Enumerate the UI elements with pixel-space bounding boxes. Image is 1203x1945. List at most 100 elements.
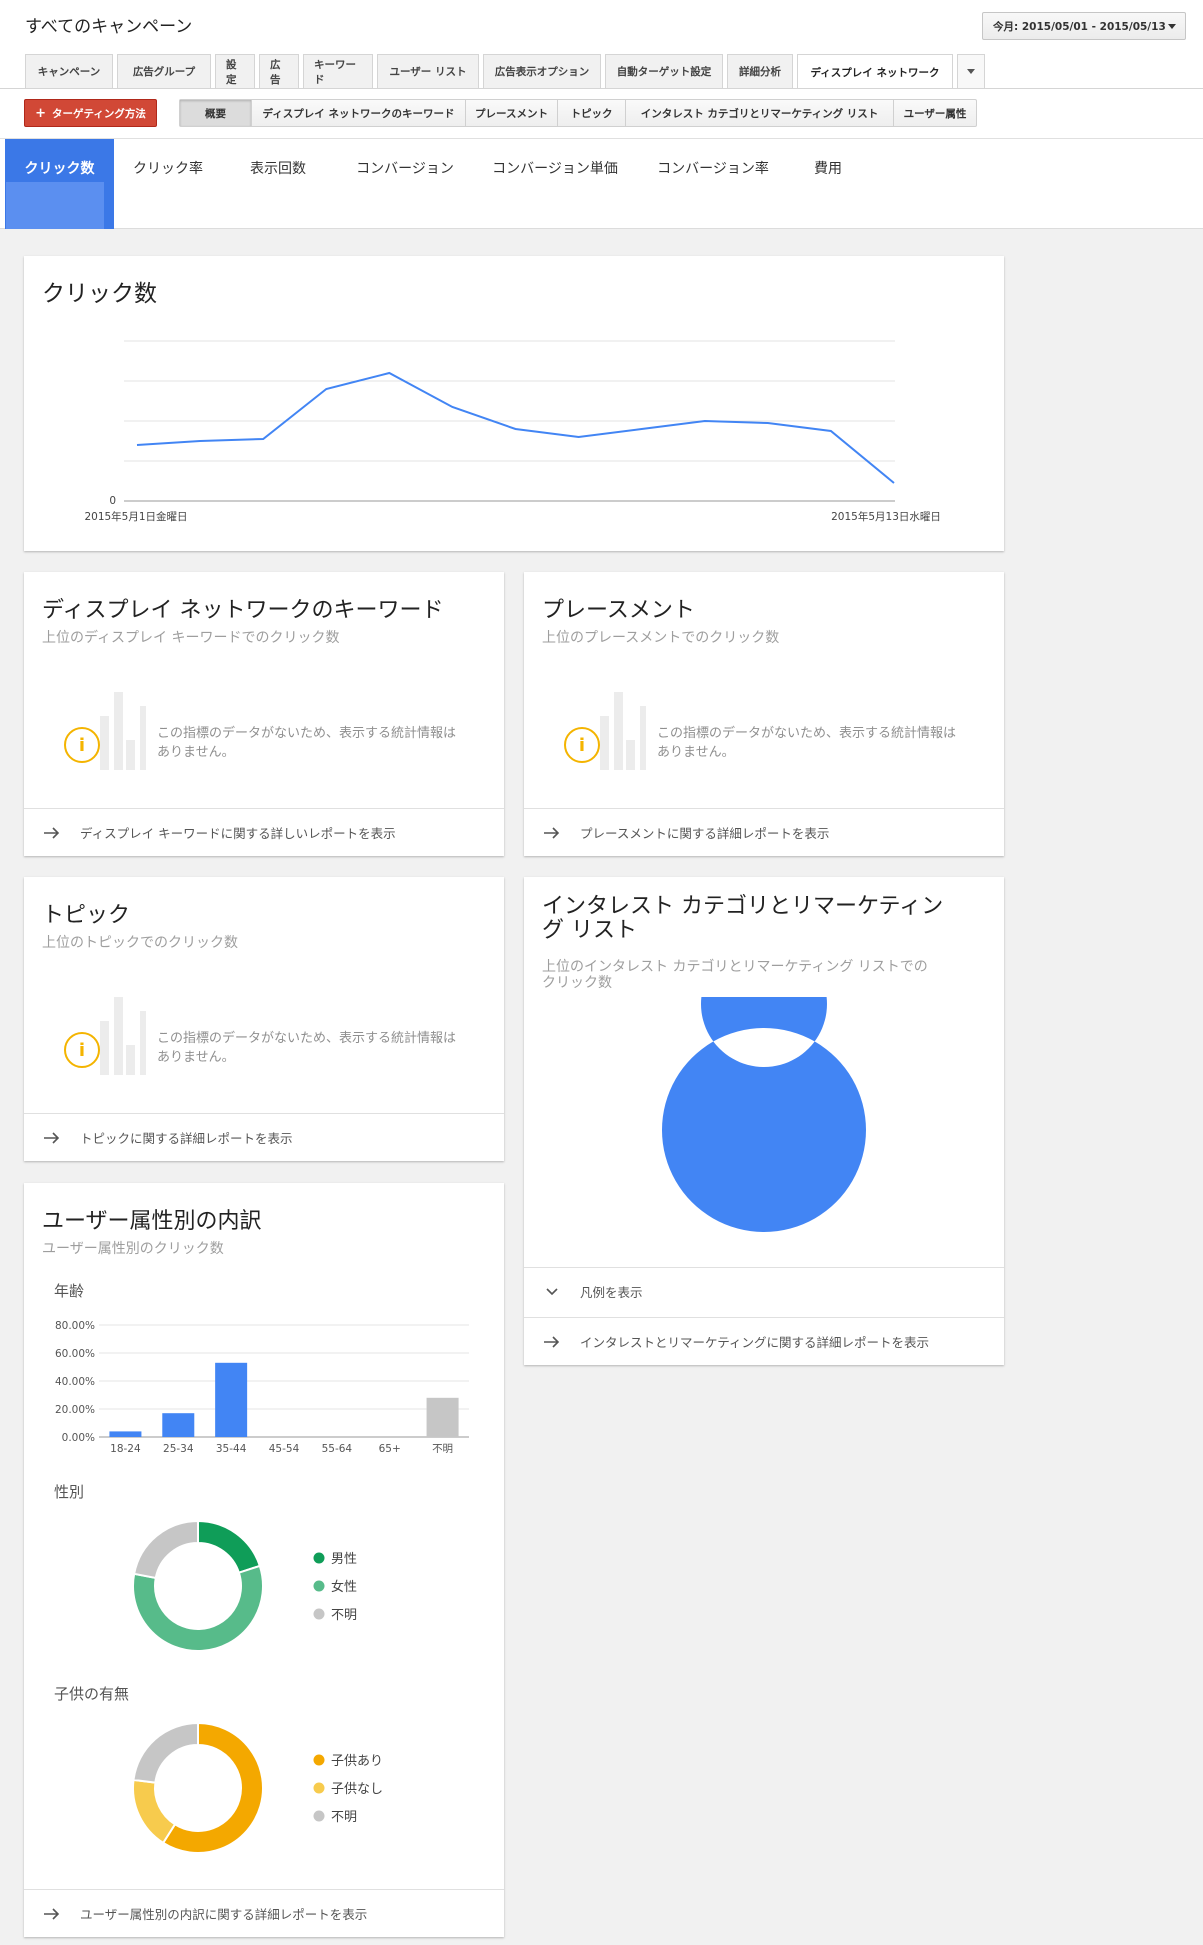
- arrow-right-icon: [44, 1131, 60, 1144]
- caret-down-icon: [1168, 24, 1176, 29]
- legend-toggle-label: 凡例を表示: [580, 1285, 643, 1300]
- targeting-button[interactable]: + ターゲティング方法: [24, 99, 157, 127]
- metric-active-highlight: [6, 182, 104, 229]
- gender-legend-dot: [313, 1608, 325, 1620]
- children-legend-label: 不明: [331, 1810, 357, 1825]
- x-axis-start-label: 2015年5月1日金曜日: [84, 510, 187, 523]
- children-donut-chart: 子供あり子供なし不明: [132, 1721, 383, 1854]
- metric-impressions[interactable]: 表示回数: [222, 139, 334, 229]
- gender-section-label: 性別: [54, 1483, 85, 1501]
- placements-card-subtitle: 上位のプレースメントでのクリック数: [542, 630, 780, 646]
- metric-cost-per-conversion[interactable]: コンバージョン単価: [476, 139, 634, 229]
- subtab-display-keywords[interactable]: ディスプレイ ネットワークのキーワード: [252, 100, 466, 126]
- age-ytick-label: 80.00%: [55, 1320, 95, 1332]
- tab-more-button[interactable]: [957, 54, 985, 88]
- children-legend-dot: [313, 1810, 325, 1822]
- info-icon: i: [64, 1032, 100, 1068]
- topics-report-link-label: トピックに関する詳細レポートを表示: [80, 1131, 293, 1146]
- topics-nodata-text: この指標のデータがないため、表示する統計情報はありません。: [157, 1031, 457, 1065]
- subtab-interests[interactable]: インタレスト カテゴリとリマーケティング リスト: [626, 100, 894, 126]
- tab-campaigns[interactable]: キャンペーン: [25, 54, 113, 88]
- plus-icon: +: [35, 105, 47, 121]
- clicks-chart-card: クリック数 0 2015年5月1日金曜日 2015年5月13日水曜日: [24, 256, 1004, 551]
- age-section-label: 年齢: [54, 1282, 85, 1300]
- clicks-line-chart: 0 2015年5月1日金曜日 2015年5月13日水曜日: [84, 340, 941, 523]
- subtab-overview[interactable]: 概要: [180, 100, 252, 126]
- placements-report-link[interactable]: プレースメントに関する詳細レポートを表示: [524, 808, 1004, 856]
- arrow-right-icon: [544, 1335, 560, 1348]
- x-axis-end-label: 2015年5月13日水曜日: [831, 510, 941, 523]
- info-icon: i: [64, 727, 100, 763]
- tab-ads[interactable]: 広告: [259, 54, 299, 88]
- children-slice-2: [132, 1721, 199, 1784]
- metric-cost[interactable]: 費用: [792, 139, 864, 229]
- metric-conversion-rate[interactable]: コンバージョン率: [634, 139, 792, 229]
- age-ytick-label: 0.00%: [62, 1432, 95, 1444]
- chevron-down-icon: [546, 1287, 558, 1295]
- interest-card-title-line2: グ リスト: [542, 918, 637, 943]
- tab-display-network[interactable]: ディスプレイ ネットワーク: [797, 54, 953, 89]
- date-range-label: 今月: 2015/05/01 - 2015/05/13: [993, 20, 1166, 33]
- subtab-demographics[interactable]: ユーザー属性: [894, 100, 976, 126]
- placements-card-title: プレースメント: [542, 598, 695, 623]
- interest-card-title-line1: インタレスト カテゴリとリマーケティン: [542, 894, 944, 919]
- clicks-series-line: [136, 371, 895, 484]
- gender-legend-dot: [313, 1552, 325, 1564]
- interest-slice-0: [662, 997, 866, 1232]
- children-legend-label: 子供あり: [331, 1754, 383, 1769]
- info-icon: i: [564, 727, 600, 763]
- interest-report-link[interactable]: インタレストとリマーケティングに関する詳細レポートを表示: [524, 1317, 1004, 1365]
- interest-card-subtitle: 上位のインタレスト カテゴリとリマーケティング リストでの クリック数: [542, 959, 928, 991]
- topics-card-subtitle: 上位のトピックでのクリック数: [42, 935, 238, 951]
- gender-slice-0: [197, 1519, 262, 1574]
- topics-card-title: トピック: [42, 903, 131, 928]
- tab-auto-targets[interactable]: 自動ターゲット設定: [605, 54, 723, 88]
- gender-donut-chart: 男性女性不明: [132, 1519, 357, 1652]
- interest-categories-card: インタレスト カテゴリとリマーケティン グ リスト 上位のインタレスト カテゴリ…: [524, 877, 1004, 1365]
- topics-card: トピック 上位のトピックでのクリック数 i この指標のデータがないため、表示する…: [24, 877, 504, 1161]
- gender-slice-2: [132, 1519, 199, 1580]
- interest-card-subtitle-line1: 上位のインタレスト カテゴリとリマーケティング リストでの: [542, 959, 928, 975]
- age-category-label: 18-24: [110, 1443, 141, 1453]
- gender-legend-dot: [313, 1580, 325, 1592]
- legend-toggle[interactable]: 凡例を表示: [524, 1267, 1004, 1315]
- placements-report-link-label: プレースメントに関する詳細レポートを表示: [580, 826, 830, 841]
- age-ytick-label: 60.00%: [55, 1348, 95, 1360]
- metric-conversions[interactable]: コンバージョン: [334, 139, 476, 229]
- arrow-right-icon: [44, 1907, 60, 1920]
- page-title: すべてのキャンペーン: [25, 17, 193, 37]
- metric-selector: クリック数 クリック率 表示回数 コンバージョン コンバージョン単価 コンバージ…: [5, 139, 864, 229]
- tab-dimensions[interactable]: 詳細分析: [727, 54, 793, 88]
- tab-settings[interactable]: 設定: [215, 54, 255, 88]
- gender-slice-1: [132, 1564, 264, 1652]
- date-range-button[interactable]: 今月: 2015/05/01 - 2015/05/13: [982, 12, 1186, 40]
- tab-keywords[interactable]: キーワード: [303, 54, 373, 88]
- topics-report-link[interactable]: トピックに関する詳細レポートを表示: [24, 1113, 504, 1161]
- arrow-right-icon: [44, 826, 60, 839]
- tab-user-lists[interactable]: ユーザー リスト: [377, 54, 479, 88]
- tab-ad-extensions[interactable]: 広告表示オプション: [483, 54, 601, 88]
- demographics-card-subtitle: ユーザー属性別のクリック数: [42, 1241, 224, 1257]
- caret-down-icon: [967, 69, 975, 74]
- gender-legend-label: 不明: [331, 1608, 357, 1623]
- children-legend-dot: [313, 1782, 325, 1794]
- demographics-report-link[interactable]: ユーザー属性別の内訳に関する詳細レポートを表示: [24, 1889, 504, 1937]
- children-legend-label: 子供なし: [331, 1782, 383, 1797]
- subtab-topics[interactable]: トピック: [558, 100, 626, 126]
- display-keywords-card: ディスプレイ ネットワークのキーワード 上位のディスプレイ キーワードでのクリッ…: [24, 572, 504, 856]
- children-section-label: 子供の有無: [54, 1685, 130, 1703]
- age-bar-18-24: [109, 1431, 142, 1437]
- age-category-label: 35-44: [216, 1443, 247, 1453]
- subtab-placements[interactable]: プレースメント: [466, 100, 558, 126]
- interest-report-link-label: インタレストとリマーケティングに関する詳細レポートを表示: [580, 1335, 930, 1350]
- metric-ctr[interactable]: クリック率: [114, 139, 222, 229]
- age-bar-chart: 0.00% 20.00% 40.00% 60.00% 80.00% 18-24 25-34 3…: [55, 1320, 469, 1453]
- age-bar-25-34: [162, 1413, 195, 1437]
- tab-ad-groups[interactable]: 広告グループ: [117, 54, 211, 88]
- placements-nodata-text: この指標のデータがないため、表示する統計情報はありません。: [657, 726, 957, 760]
- age-category-label: 25-34: [163, 1443, 194, 1453]
- keywords-nodata-text: この指標のデータがないため、表示する統計情報はありません。: [157, 726, 457, 760]
- keywords-card-subtitle: 上位のディスプレイ キーワードでのクリック数: [42, 630, 340, 646]
- age-bar-不明: [426, 1397, 459, 1437]
- keywords-report-link[interactable]: ディスプレイ キーワードに関する詳しいレポートを表示: [24, 808, 504, 856]
